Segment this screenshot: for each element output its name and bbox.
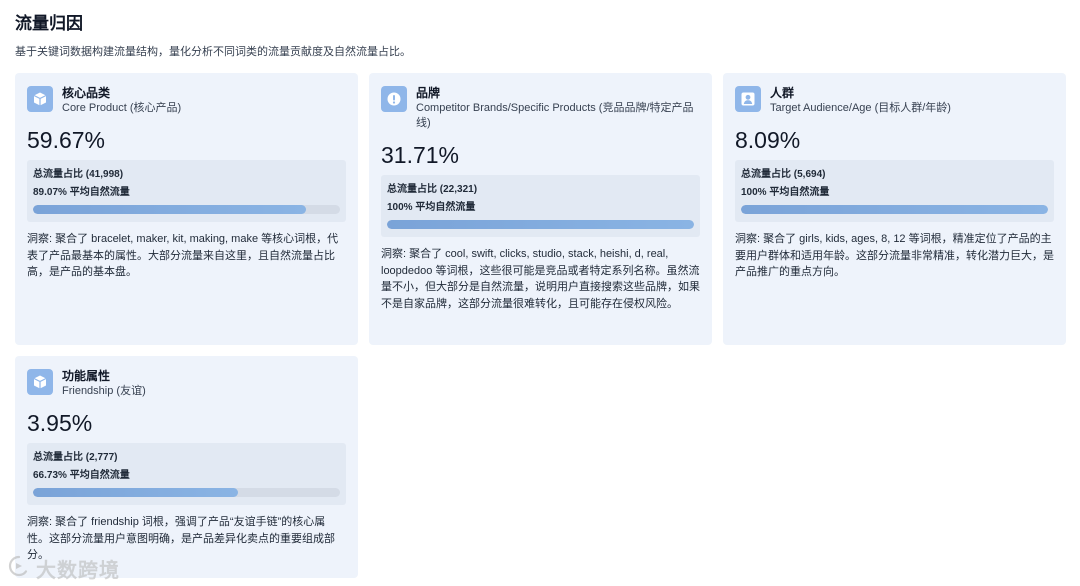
card-subtitle: Competitor Brands/Specific Products (竞品品… [416, 102, 694, 129]
natural-traffic-label: 100% 平均自然流量 [741, 187, 830, 198]
total-traffic-label: 总流量占比 (22,321) [387, 184, 478, 195]
traffic-percent: 3.95% [27, 410, 93, 436]
natural-traffic-bar-fill [741, 205, 1048, 214]
natural-traffic-bar-fill [33, 205, 307, 214]
card-header: 核心品类 Core Product (核心产品) [27, 85, 346, 116]
card-subtitle: Friendship (友谊) [62, 385, 146, 397]
card-grid: 核心品类 Core Product (核心产品) 59.67% 总流量占比 (4… [15, 73, 1066, 578]
stat-box: 总流量占比 (41,998) 89.07% 平均自然流量 [27, 160, 346, 222]
card-title: 品牌 [416, 86, 441, 100]
natural-traffic-bar [387, 220, 694, 229]
alert-icon [381, 86, 407, 112]
card-header: 人群 Target Audience/Age (目标人群/年龄) [735, 85, 1054, 116]
card-subtitle: Target Audience/Age (目标人群/年龄) [770, 102, 951, 114]
insight-text: 洞察: 聚合了 girls, kids, ages, 8, 12 等词根，精准定… [735, 233, 1054, 278]
cube-icon [27, 369, 53, 395]
page-title: 流量归因 [15, 14, 83, 33]
cube-icon [27, 86, 53, 112]
insight-text: 洞察: 聚合了 bracelet, maker, kit, making, ma… [27, 233, 339, 278]
traffic-percent: 31.71% [381, 142, 460, 168]
card-header: 品牌 Competitor Brands/Specific Products (… [381, 85, 700, 131]
natural-traffic-bar [33, 205, 340, 214]
card-title: 核心品类 [62, 86, 111, 100]
total-traffic-label: 总流量占比 (2,777) [33, 452, 118, 463]
card-core-product: 核心品类 Core Product (核心产品) 59.67% 总流量占比 (4… [15, 73, 358, 345]
user-icon [735, 86, 761, 112]
card-title: 人群 [770, 86, 795, 100]
page: 流量归因 基于关键词数据构建流量结构，量化分析不同词类的流量贡献度及自然流量占比… [0, 0, 1080, 586]
total-traffic-label: 总流量占比 (41,998) [33, 169, 124, 180]
watermark-text: 大数跨境 [36, 560, 120, 582]
insight-text: 洞察: 聚合了 cool, swift, clicks, studio, sta… [381, 248, 700, 310]
natural-traffic-label: 100% 平均自然流量 [387, 202, 476, 213]
card-header: 功能属性 Friendship (友谊) [27, 368, 346, 399]
natural-traffic-bar [33, 488, 340, 497]
traffic-percent: 8.09% [735, 127, 801, 153]
natural-traffic-bar [741, 205, 1048, 214]
watermark-logo-icon [8, 555, 30, 583]
natural-traffic-label: 89.07% 平均自然流量 [33, 187, 130, 198]
traffic-percent: 59.67% [27, 127, 106, 153]
natural-traffic-bar-fill [33, 488, 238, 497]
card-brand: 品牌 Competitor Brands/Specific Products (… [369, 73, 712, 345]
stat-box: 总流量占比 (2,777) 66.73% 平均自然流量 [27, 443, 346, 505]
card-subtitle: Core Product (核心产品) [62, 102, 182, 114]
natural-traffic-bar-fill [387, 220, 694, 229]
watermark: 大数跨境 [8, 554, 120, 583]
card-title: 功能属性 [62, 369, 111, 383]
card-audience: 人群 Target Audience/Age (目标人群/年龄) 8.09% 总… [723, 73, 1066, 345]
natural-traffic-label: 66.73% 平均自然流量 [33, 470, 130, 481]
card-function: 功能属性 Friendship (友谊) 3.95% 总流量占比 (2,777)… [15, 356, 358, 578]
stat-box: 总流量占比 (22,321) 100% 平均自然流量 [381, 175, 700, 237]
total-traffic-label: 总流量占比 (5,694) [741, 169, 826, 180]
stat-box: 总流量占比 (5,694) 100% 平均自然流量 [735, 160, 1054, 222]
page-subtitle: 基于关键词数据构建流量结构，量化分析不同词类的流量贡献度及自然流量占比。 [15, 46, 411, 58]
